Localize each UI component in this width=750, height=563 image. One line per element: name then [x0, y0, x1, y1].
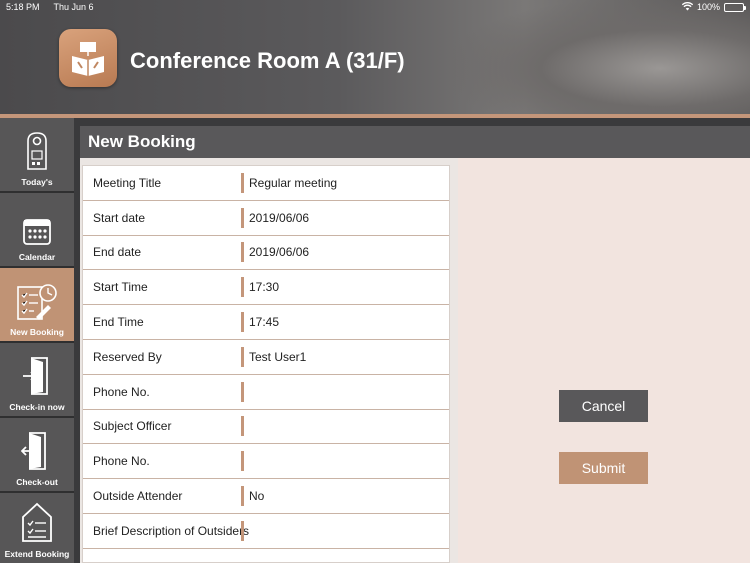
form-row-start-time[interactable]: Start Time 17:30 — [83, 270, 449, 306]
room-title: Conference Room A (31/F) — [130, 48, 405, 73]
field-label: Reserved By — [93, 349, 162, 364]
form-row-start-date[interactable]: Start date 2019/06/06 — [83, 201, 449, 236]
sidebar-item-extend-booking[interactable]: Extend Booking — [0, 493, 74, 563]
field-label: Subject Officer — [93, 419, 172, 434]
start-time-field[interactable]: 17:30 — [244, 280, 279, 294]
form-row-phone-no[interactable]: Phone No. — [83, 375, 449, 410]
house-checklist-icon — [20, 501, 54, 545]
form-row-subject-officer[interactable]: Subject Officer — [83, 410, 449, 445]
form-row-reserved-by[interactable]: Reserved By Test User1 — [83, 340, 449, 375]
header-background-image — [450, 0, 750, 114]
meeting-title-field[interactable]: Regular meeting — [244, 176, 337, 190]
field-label: Meeting Title — [93, 175, 162, 190]
door-hanger-icon — [22, 131, 52, 173]
field-divider — [241, 381, 244, 402]
sidebar-item-label: Check-out — [16, 477, 58, 487]
start-date-field[interactable]: 2019/06/06 — [244, 211, 309, 225]
end-date-field[interactable]: 2019/06/06 — [244, 245, 309, 259]
app-logo-icon — [59, 29, 117, 87]
status-date: Thu Jun 6 — [53, 2, 94, 12]
reserved-by-field[interactable]: Test User1 — [244, 350, 306, 364]
field-divider — [241, 520, 244, 541]
door-exit-icon — [20, 431, 53, 473]
field-divider — [241, 451, 244, 472]
sidebar-item-check-out[interactable]: Check-out — [0, 418, 74, 491]
cancel-button[interactable]: Cancel — [559, 390, 648, 422]
form-row-officer-phone-no[interactable]: Phone No. — [83, 444, 449, 480]
submit-button[interactable]: Submit — [559, 452, 648, 484]
sidebar-item-label: Check-in now — [9, 402, 65, 412]
field-label: End Time — [93, 315, 144, 330]
sidebar-item-label: Today's — [21, 177, 53, 187]
field-label: Outside Attender — [93, 489, 183, 504]
field-label: Start date — [93, 210, 146, 225]
booking-form: Meeting Title Regular meeting Start date… — [82, 165, 450, 563]
battery-icon — [724, 2, 746, 12]
sidebar-item-calendar[interactable]: Calendar — [0, 193, 74, 266]
action-area — [458, 158, 750, 563]
status-time: 5:18 PM — [6, 2, 40, 12]
door-enter-icon — [21, 356, 53, 398]
outside-attender-field[interactable]: No — [244, 489, 264, 503]
form-row-end-date[interactable]: End date 2019/06/06 — [83, 236, 449, 271]
field-label: End date — [93, 245, 142, 260]
sidebar-item-label: New Booking — [10, 327, 64, 337]
field-label: Start Time — [93, 280, 148, 295]
form-row-end-time[interactable]: End Time 17:45 — [83, 305, 449, 340]
sidebar-item-label: Extend Booking — [4, 549, 70, 559]
field-label: Phone No. — [93, 384, 150, 399]
app-header: 5:18 PM Thu Jun 6 100% Conference Room A… — [0, 0, 750, 114]
field-divider — [241, 416, 244, 437]
sidebar: Today's Calendar New Booking Check-in no… — [0, 118, 74, 563]
form-row-outside-attender[interactable]: Outside Attender No — [83, 479, 449, 514]
sidebar-item-label: Calendar — [18, 252, 56, 262]
sidebar-item-todays[interactable]: Today's — [0, 118, 74, 191]
calendar-icon — [22, 216, 52, 248]
field-label: Phone No. — [93, 454, 150, 469]
sidebar-item-new-booking[interactable]: New Booking — [0, 268, 74, 341]
field-label: Brief Description of Outsiders — [93, 523, 250, 538]
clipboard-clock-icon — [14, 281, 60, 323]
sidebar-item-check-in-now[interactable]: Check-in now — [0, 343, 74, 416]
form-row-brief-description[interactable]: Brief Description of Outsiders — [83, 514, 449, 549]
status-bar: 5:18 PM Thu Jun 6 100% — [0, 0, 750, 14]
end-time-field[interactable]: 17:45 — [244, 315, 279, 329]
form-row-meeting-title[interactable]: Meeting Title Regular meeting — [83, 166, 449, 201]
battery-percent: 100% — [696, 2, 720, 12]
header-divider — [0, 114, 750, 118]
panel-title: New Booking — [80, 126, 750, 158]
wifi-icon — [681, 1, 694, 13]
